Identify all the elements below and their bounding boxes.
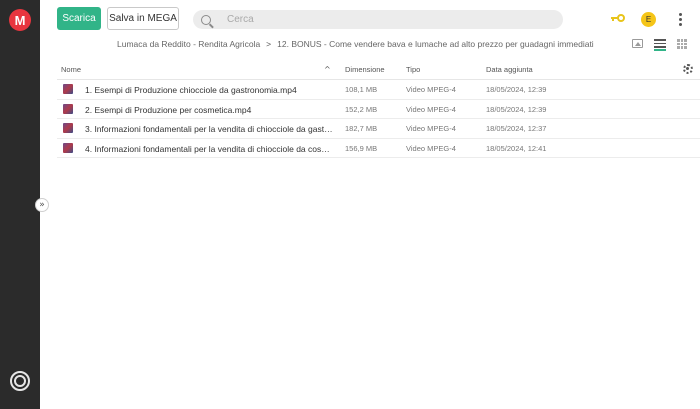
more-vertical-icon[interactable] [678,13,682,26]
column-size[interactable]: Dimensione [345,65,385,74]
file-type: Video MPEG-4 [406,85,456,94]
grid-view-icon[interactable] [677,39,687,49]
left-rail: M [0,0,40,409]
table-row[interactable]: 2. Esempi di Produzione per cosmetica.mp… [57,100,700,119]
file-date: 18/05/2024, 12:37 [486,124,547,133]
search-icon [201,14,211,25]
table-row[interactable]: 4. Informazioni fondamentali per la vend… [57,139,700,158]
table-header: Nome ^ Dimensione Tipo Data aggiunta [57,60,700,80]
file-type: Video MPEG-4 [406,143,456,153]
file-size: 152,2 MB [345,104,378,114]
breadcrumb: Lumaca da Reddito - Rendita Agricola > 1… [117,39,594,49]
list-view-icon[interactable] [654,39,666,51]
key-icon[interactable] [611,13,625,23]
chevron-right-double-icon[interactable]: » [35,198,49,212]
file-name: 4. Informazioni fondamentali per la vend… [85,143,333,154]
file-size: 108,1 MB [345,85,378,94]
sync-icon[interactable] [10,371,30,391]
column-type[interactable]: Tipo [406,65,420,74]
file-name: 3. Informazioni fondamentali per la vend… [85,124,333,134]
file-type: Video MPEG-4 [406,124,456,133]
search-input[interactable] [227,14,547,25]
file-name: 1. Esempi di Produzione chiocciole da ga… [85,85,297,95]
file-date: 18/05/2024, 12:41 [486,143,547,153]
column-name[interactable]: Nome [61,65,81,74]
breadcrumb-separator: > [266,39,272,49]
image-view-icon[interactable] [632,39,643,48]
search-bar[interactable] [193,10,563,29]
download-button[interactable]: Scarica [57,7,101,30]
sort-arrow-icon[interactable]: ^ [324,65,331,74]
video-thumbnail [63,84,73,94]
file-type: Video MPEG-4 [406,104,456,114]
video-thumbnail [63,142,73,153]
breadcrumb-parent[interactable]: Lumaca da Reddito - Rendita Agricola [117,39,260,49]
table-row[interactable]: 1. Esempi di Produzione chiocciole da ga… [57,80,700,100]
video-thumbnail [63,103,73,114]
file-size: 156,9 MB [345,143,378,153]
file-size: 182,7 MB [345,124,378,133]
settings-icon[interactable] [683,64,693,74]
column-date[interactable]: Data aggiunta [486,65,533,74]
avatar[interactable]: E [641,12,656,27]
video-thumbnail [63,123,73,133]
file-name: 2. Esempi di Produzione per cosmetica.mp… [85,104,252,115]
file-date: 18/05/2024, 12:39 [486,104,547,114]
save-to-mega-button[interactable]: Salva in MEGA [107,7,179,30]
breadcrumb-current: 12. BONUS - Come vendere bava e lumache … [277,39,594,49]
table-row[interactable]: 3. Informazioni fondamentali per la vend… [57,119,700,139]
file-date: 18/05/2024, 12:39 [486,85,547,94]
mega-logo[interactable]: M [9,9,31,31]
